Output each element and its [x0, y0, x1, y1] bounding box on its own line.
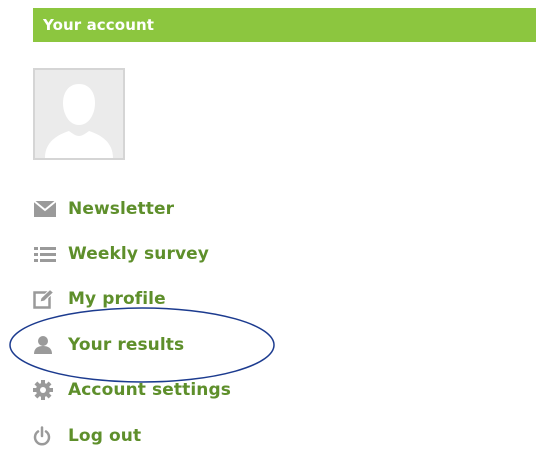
avatar[interactable] [33, 68, 125, 160]
gear-icon [33, 378, 57, 402]
menu-item-log-out[interactable]: Log out [33, 421, 141, 451]
menu-item-label: My profile [68, 289, 166, 309]
list-icon [33, 242, 57, 266]
menu-item-label: Account settings [68, 380, 231, 400]
menu-item-label: Weekly survey [68, 244, 209, 264]
menu-item-account-settings[interactable]: Account settings [33, 375, 231, 405]
envelope-icon [33, 197, 57, 221]
user-icon [33, 333, 57, 357]
account-panel-header: Your account [33, 8, 536, 42]
menu-item-label: Log out [68, 426, 142, 446]
menu-item-my-profile[interactable]: My profile [33, 284, 166, 314]
menu-item-label: Your results [68, 335, 185, 355]
panel-title: Your account [43, 16, 155, 34]
menu-item-your-results[interactable]: Your results [33, 330, 184, 360]
edit-icon [33, 287, 57, 311]
menu-item-newsletter[interactable]: Newsletter [33, 194, 174, 224]
default-user-avatar-icon [35, 70, 123, 158]
power-icon [33, 424, 57, 448]
menu-item-label: Newsletter [68, 199, 175, 219]
menu-item-weekly-survey[interactable]: Weekly survey [33, 239, 209, 269]
